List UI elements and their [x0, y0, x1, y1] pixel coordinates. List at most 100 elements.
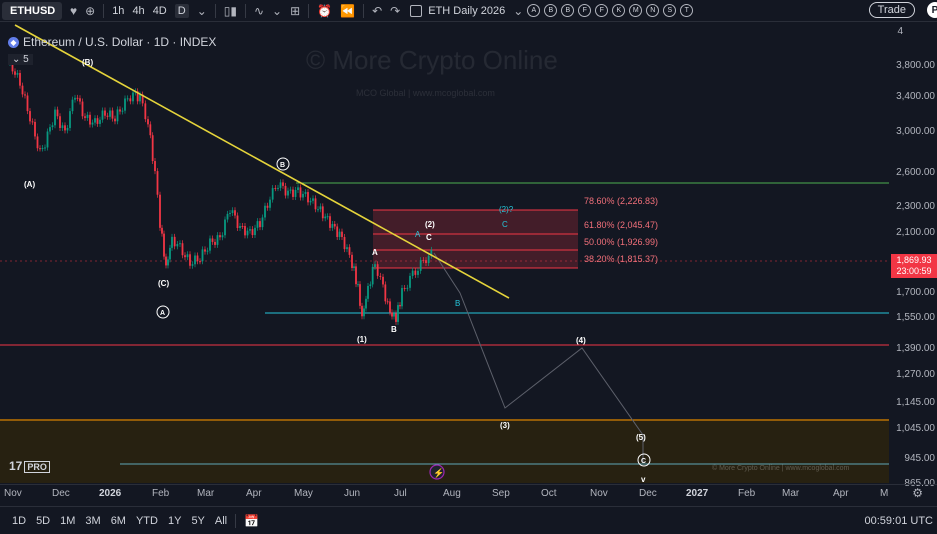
range-1d[interactable]: 1D — [12, 515, 26, 527]
drawing-tool-s[interactable]: S — [663, 4, 677, 17]
indicators-toggle[interactable]: ⌄ 5 — [8, 54, 33, 65]
gear-icon[interactable]: ⚙ — [912, 486, 923, 500]
candle-body — [341, 231, 343, 237]
drawing-tool-t[interactable]: T — [680, 4, 694, 17]
layout-name[interactable]: ETH Daily 2026 — [428, 5, 505, 17]
candle-body — [89, 114, 91, 125]
range-1y[interactable]: 1Y — [168, 515, 181, 527]
utc-clock[interactable]: 00:59:01 UTC — [865, 515, 933, 527]
time-axis[interactable]: Nov Dec 2026 Feb Mar Apr May Jun Jul Aug Sep Oct Nov… — [0, 484, 937, 503]
candle-body — [79, 98, 81, 102]
candle-body — [96, 118, 99, 124]
timeframe-4h[interactable]: 4h — [132, 5, 144, 17]
undo-icon[interactable]: ↶ — [372, 4, 382, 18]
candle-body — [59, 116, 61, 128]
tradingview-logo[interactable]: 17 PRO — [9, 459, 50, 473]
time-axis-label: Mar — [782, 488, 800, 499]
drawing-tool-f2[interactable]: F — [595, 4, 609, 17]
candle-body — [64, 125, 66, 131]
chevron-down-icon[interactable]: ⌄ — [513, 4, 523, 18]
profile-button[interactable]: P — [927, 2, 937, 18]
time-axis-label: Aug — [443, 488, 461, 499]
redo-icon[interactable]: ↷ — [390, 4, 400, 18]
candle-icon[interactable]: ▯▮ — [224, 4, 237, 18]
price-axis-label: 3,400.00 — [896, 91, 935, 102]
candle-body — [249, 229, 251, 231]
candle-body — [376, 264, 379, 276]
layout-icon[interactable]: ⊞ — [290, 4, 300, 18]
chevron-down-icon[interactable]: ⌄ — [272, 4, 282, 18]
layout-checkbox[interactable] — [410, 4, 423, 17]
symbol-search-button[interactable]: ETHUSD — [2, 1, 62, 20]
heart-icon[interactable]: ♥ — [70, 4, 77, 18]
price-axis-label: 1,700.00 — [896, 287, 935, 298]
price-axis-label: 2,100.00 — [896, 227, 935, 238]
range-6m[interactable]: 6M — [111, 515, 126, 527]
candle-body — [214, 241, 216, 245]
drawing-tool-b[interactable]: B — [544, 4, 558, 17]
wave-label: (3) — [500, 421, 510, 430]
drawing-tool-k[interactable]: K — [612, 4, 626, 17]
replay-icon[interactable]: ⏪ — [340, 4, 355, 18]
range-5d[interactable]: 5D — [36, 515, 50, 527]
candle-body — [206, 250, 209, 252]
candle-body — [361, 305, 363, 317]
drawing-tool-f[interactable]: F — [578, 4, 592, 17]
plus-icon[interactable]: ⊕ — [85, 4, 95, 18]
candle-body — [271, 188, 274, 200]
candle-body — [126, 98, 129, 100]
candle-body — [224, 219, 226, 236]
candle-body — [319, 206, 322, 210]
alert-icon[interactable]: ⏰ — [317, 4, 332, 18]
wave-label: (A) — [24, 180, 35, 189]
candle-body — [409, 275, 411, 288]
candle-body — [266, 205, 269, 208]
chevron-down-icon[interactable]: ⌄ — [197, 4, 207, 18]
candle-body — [365, 298, 367, 309]
range-ytd[interactable]: YTD — [136, 515, 158, 527]
range-all[interactable]: All — [215, 515, 227, 527]
candle-body — [357, 284, 359, 286]
candle-body — [326, 216, 329, 218]
candle-body — [196, 255, 199, 262]
candle-body — [156, 171, 159, 195]
timeframe-4d[interactable]: 4D — [153, 5, 167, 17]
candle-body — [254, 227, 256, 236]
timeframe-1h[interactable]: 1h — [112, 5, 124, 17]
candle-body — [204, 249, 206, 252]
drawing-tool-b2[interactable]: B — [561, 4, 575, 17]
timeframe-1d[interactable]: D — [174, 3, 189, 18]
candle-body — [61, 125, 64, 128]
candle-body — [302, 193, 304, 198]
candle-body — [292, 189, 294, 197]
candle-body — [186, 254, 189, 258]
fib-label-382: 38.20% (1,815.37) — [584, 254, 658, 264]
time-axis-label: Apr — [246, 488, 262, 499]
candle-body — [119, 109, 121, 112]
candle-body — [321, 206, 324, 219]
candle-body — [191, 264, 194, 266]
wave-label: C — [502, 220, 508, 229]
candle-body — [338, 231, 341, 237]
range-1m[interactable]: 1M — [60, 515, 75, 527]
drawing-tool-n[interactable]: N — [646, 4, 660, 17]
candle-body — [199, 261, 201, 263]
candle-body — [16, 73, 19, 75]
price-axis[interactable]: 4 3,800.00 3,400.00 3,000.00 2,600.00 2,300.… — [889, 23, 937, 489]
chart-legend[interactable]: ◆ Ethereum / U.S. Dollar · 1D · INDEX — [8, 35, 216, 49]
candle-body — [363, 308, 365, 317]
trade-button[interactable]: Trade — [868, 2, 915, 18]
wave-label: (C) — [158, 279, 169, 288]
candle-body — [54, 109, 56, 126]
indicators-icon[interactable]: ∿ — [254, 4, 264, 18]
toolbar-divider — [244, 3, 246, 18]
candle-body — [241, 226, 244, 228]
candle-body — [355, 266, 357, 285]
calendar-icon[interactable]: 📅 — [244, 514, 259, 528]
candle-body — [284, 185, 287, 196]
drawing-tool-a[interactable]: A — [527, 4, 541, 17]
candle-body — [163, 233, 165, 257]
range-3m[interactable]: 3M — [85, 515, 100, 527]
range-5y[interactable]: 5Y — [191, 515, 204, 527]
drawing-tool-m[interactable]: M — [629, 4, 643, 17]
